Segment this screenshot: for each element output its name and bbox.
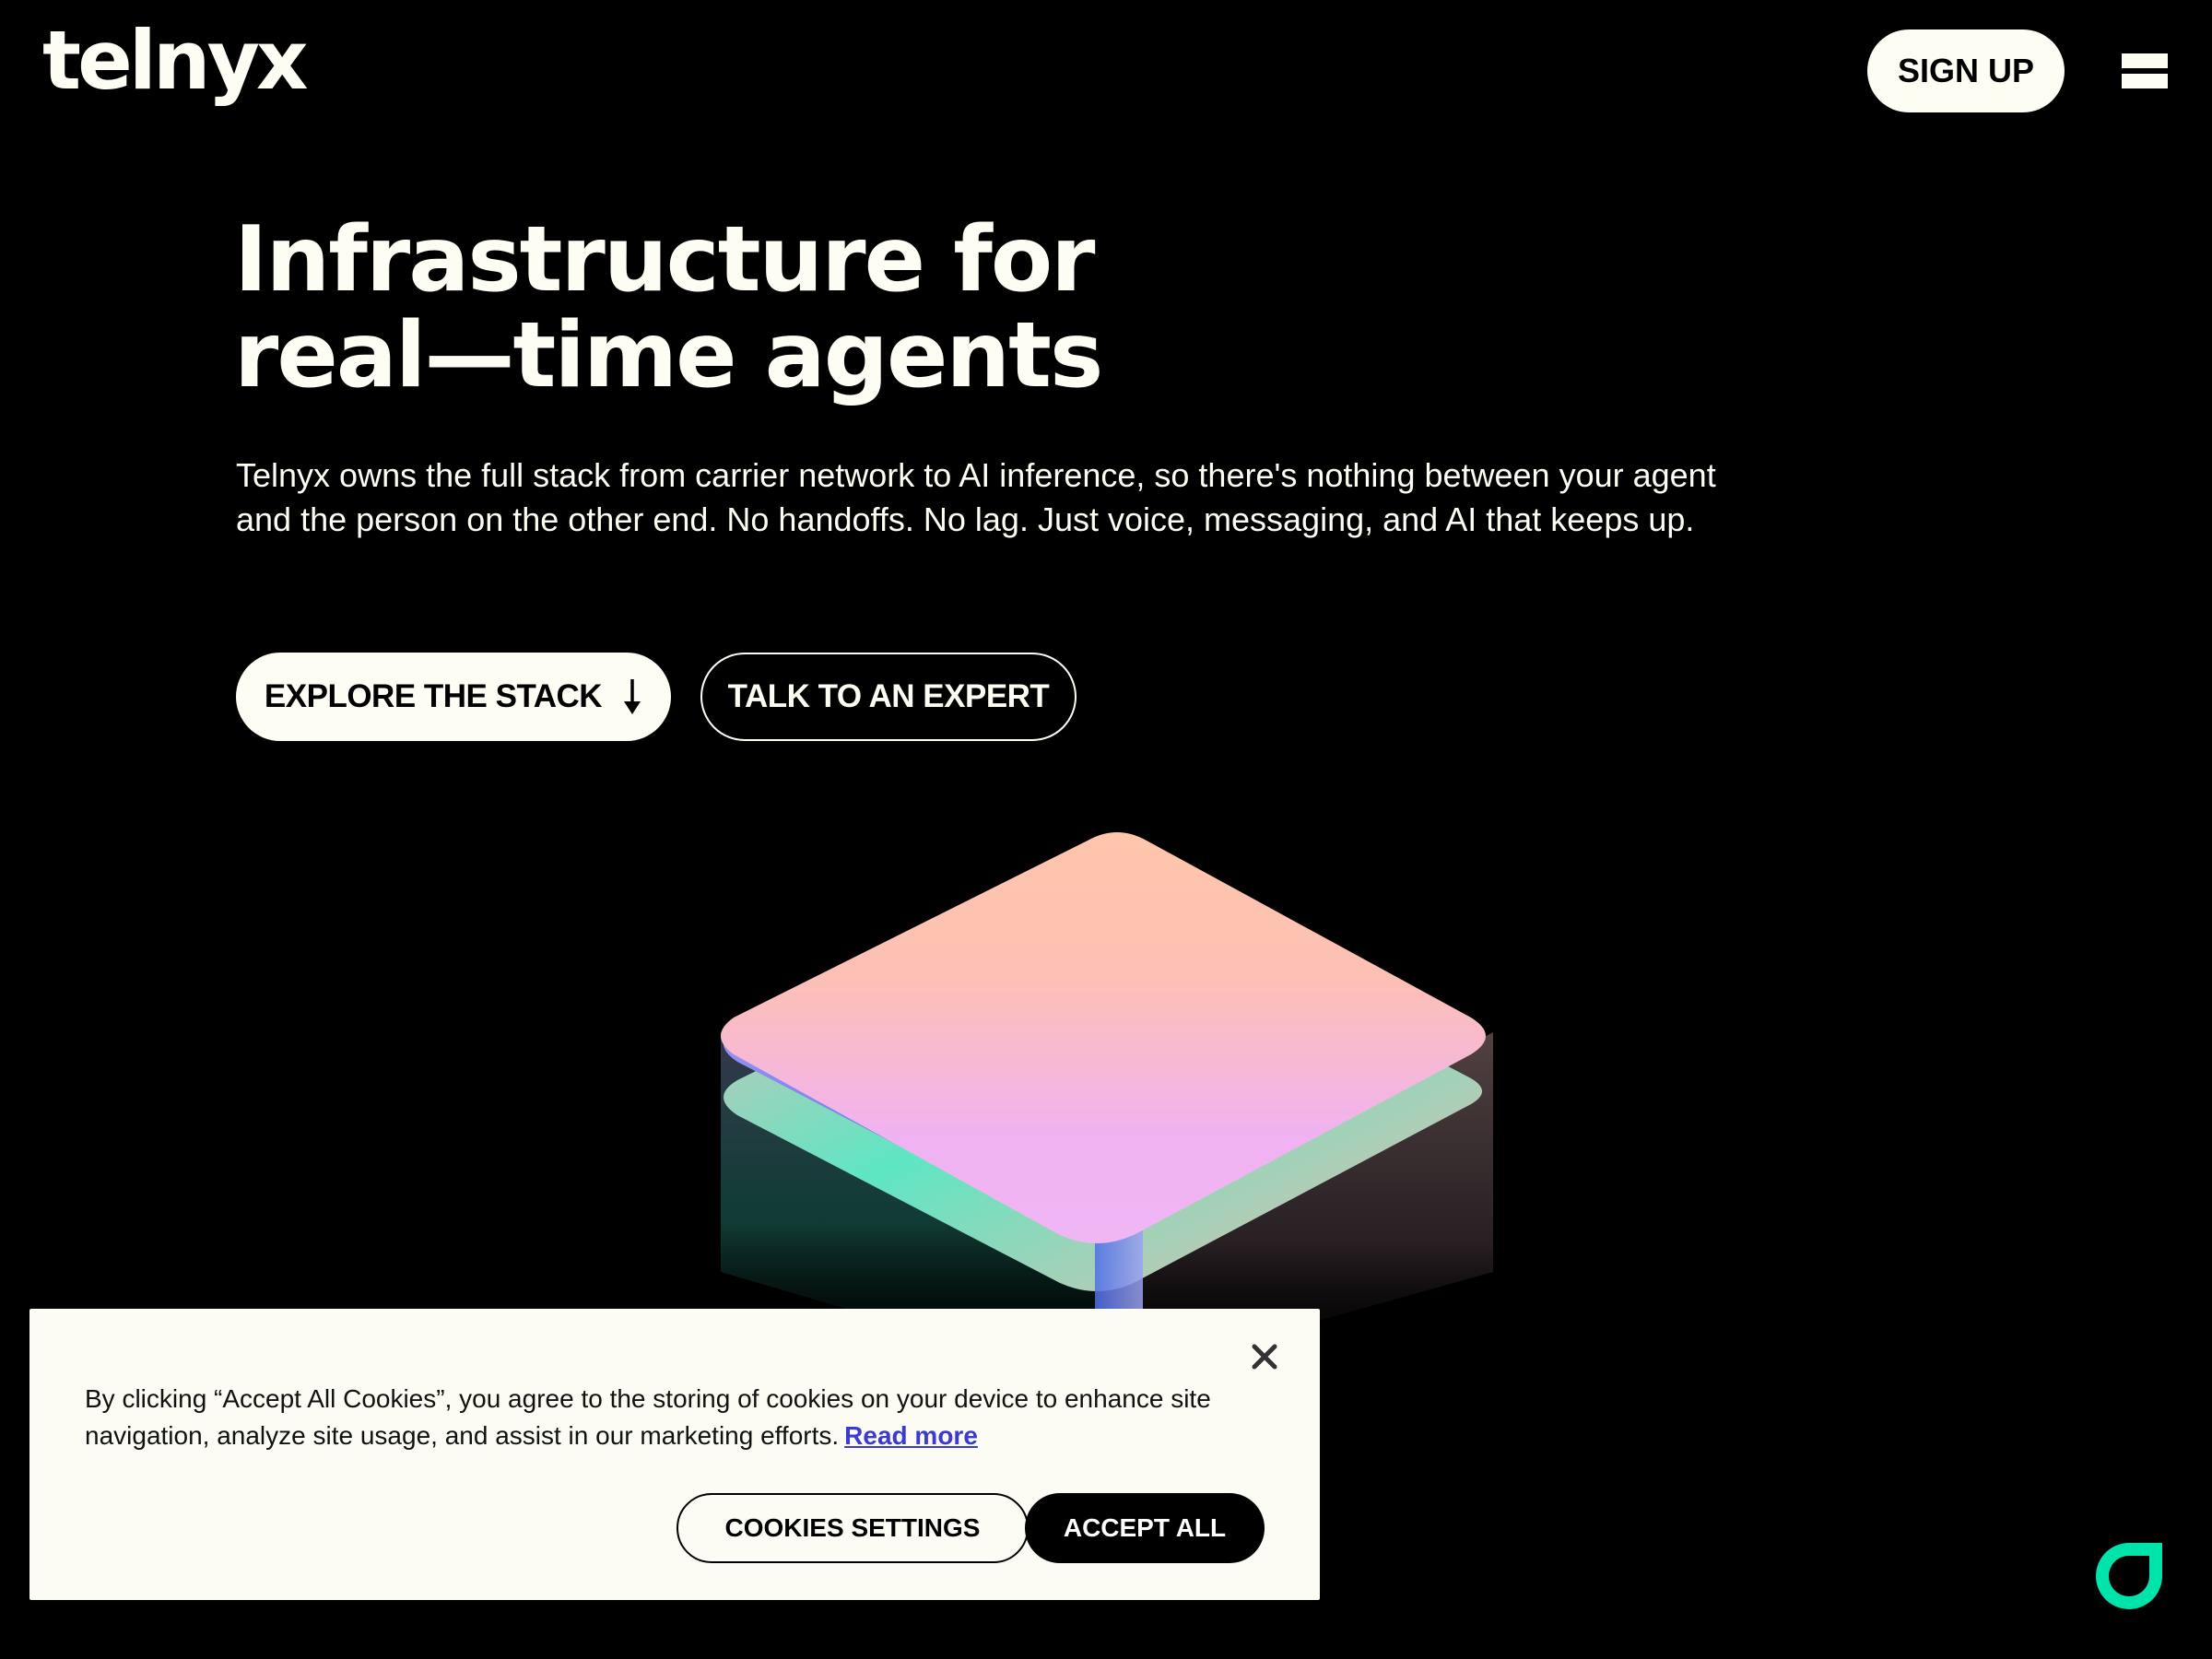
chat-bubble-icon [2096,1543,2162,1609]
cookie-message: By clicking “Accept All Cookies”, you ag… [85,1381,1265,1454]
close-icon [1252,1344,1277,1370]
read-more-link[interactable]: Read more [844,1421,978,1450]
cookie-message-text: By clicking “Accept All Cookies”, you ag… [85,1384,1211,1450]
chat-launcher-button[interactable] [2092,1539,2166,1613]
cookies-settings-button[interactable]: COOKIES SETTINGS [677,1493,1029,1563]
cookie-close-button[interactable] [1241,1333,1288,1381]
accept-all-button[interactable]: ACCEPT ALL [1025,1493,1265,1563]
page: telnyx SIGN UP Infrastructure for real—t… [0,0,2212,1659]
cookie-banner: By clicking “Accept All Cookies”, you ag… [29,1309,1320,1600]
